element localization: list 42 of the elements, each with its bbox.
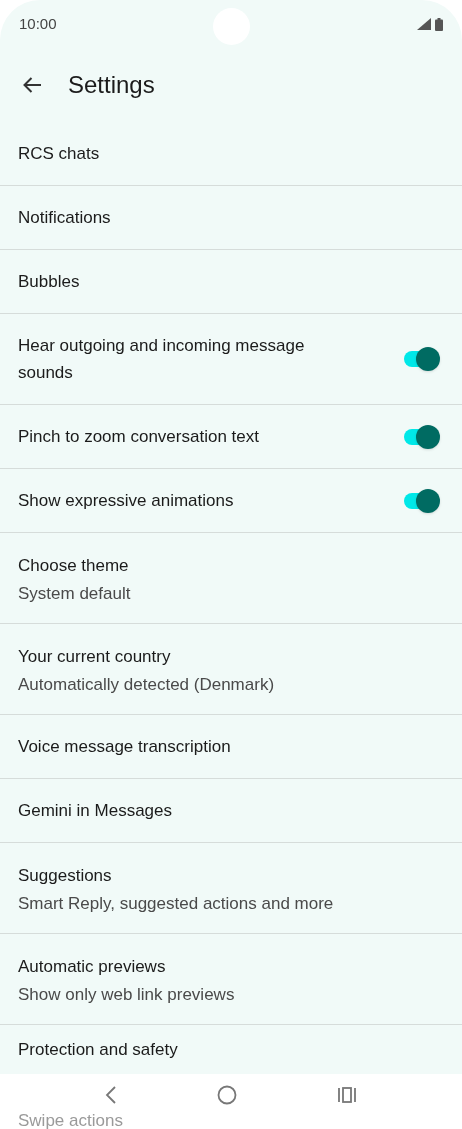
settings-item-title: Protection and safety: [18, 1039, 179, 1061]
nav-home-icon[interactable]: [217, 1085, 237, 1105]
settings-item-title: Automatic previews: [18, 955, 167, 978]
settings-item[interactable]: Voice message transcription: [0, 715, 462, 779]
settings-item-title: Gemini in Messages: [18, 800, 173, 822]
settings-item-title: Bubbles: [18, 271, 81, 293]
settings-item[interactable]: RCS chats: [0, 122, 462, 186]
settings-item[interactable]: Bubbles: [0, 250, 462, 314]
settings-item[interactable]: Protection and safety: [0, 1025, 462, 1074]
settings-item[interactable]: Automatic previews Show only web link previews: [0, 934, 462, 1025]
settings-item-title: Your current country: [18, 645, 172, 668]
settings-item[interactable]: Show expressive animations: [0, 469, 462, 533]
nav-recents-icon[interactable]: [337, 1087, 357, 1103]
settings-item[interactable]: Your current country Automatically detected (Denmark): [0, 624, 462, 715]
toggle-switch[interactable]: [402, 424, 440, 449]
toggle-switch[interactable]: [402, 488, 440, 513]
page-title: Settings: [68, 70, 155, 100]
settings-item-title: Show expressive animations: [18, 490, 235, 512]
settings-item[interactable]: Choose theme System default: [0, 533, 462, 624]
settings-item-title: Hear outgoing and incoming message sounds: [18, 335, 306, 384]
settings-item[interactable]: Gemini in Messages: [0, 779, 462, 843]
signal-icon: [417, 18, 431, 30]
settings-item[interactable]: Notifications: [0, 186, 462, 250]
battery-icon: [435, 17, 443, 31]
settings-item-subtitle: Automatically detected (Denmark): [18, 673, 276, 696]
back-arrow-icon: [22, 76, 42, 94]
settings-item[interactable]: Suggestions Smart Reply, suggested actions and more: [0, 843, 462, 934]
settings-item[interactable]: Hear outgoing and incoming message sounds: [0, 314, 462, 405]
settings-item-title: Swipe actions: [18, 1112, 123, 1129]
settings-item-title: Suggestions: [18, 864, 113, 887]
settings-item-title: RCS chats: [18, 143, 101, 165]
settings-item-title: Choose theme: [18, 554, 130, 577]
nav-back-icon[interactable]: [105, 1086, 117, 1104]
settings-item-title: Voice message transcription: [18, 736, 232, 758]
settings-item-subtitle: System default: [18, 582, 132, 605]
settings-item[interactable]: Pinch to zoom conversation text: [0, 405, 462, 469]
settings-item-subtitle: Show only web link previews: [18, 983, 236, 1006]
settings-item-title: Notifications: [18, 207, 112, 229]
status-time: 10:00: [19, 13, 57, 34]
settings-item-title: Pinch to zoom conversation text: [18, 426, 260, 448]
toggle-switch[interactable]: [402, 347, 440, 371]
settings-item-subtitle: Smart Reply, suggested actions and more: [18, 892, 335, 915]
